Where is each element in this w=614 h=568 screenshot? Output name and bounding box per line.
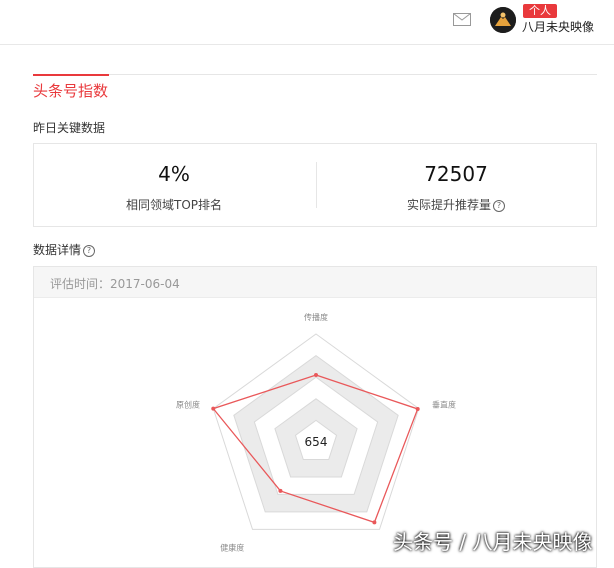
- radar-axis-label: 传播度: [304, 312, 328, 322]
- help-icon[interactable]: ?: [493, 200, 505, 212]
- help-icon[interactable]: ?: [83, 245, 96, 257]
- section-divider: [33, 74, 597, 75]
- kpi-rank-label: 相同领域TOP排名: [125, 198, 222, 212]
- page-title: 头条号指数: [33, 82, 109, 100]
- username[interactable]: 八月未央映像: [522, 18, 594, 35]
- kpi-recommend: 72507 实际提升推荐量?: [316, 144, 596, 226]
- radar-data-point: [415, 406, 420, 411]
- radar-data-point: [372, 520, 377, 525]
- radar-chart: 654 传播度垂直度健康度 原创度: [176, 312, 456, 553]
- account-type-badge: 个人: [523, 4, 557, 18]
- radar-axis-label: 健康度: [220, 543, 244, 553]
- radar-center-label: 654: [305, 435, 328, 449]
- kpi-rank: 4% 相同领域TOP排名: [34, 144, 314, 226]
- avatar[interactable]: [490, 7, 516, 33]
- top-bar: 个人 八月未央映像: [0, 0, 614, 45]
- details-heading: 数据详情?: [33, 241, 96, 258]
- details-panel: 评估时间：2017-06-04 654 传播度 垂直度 健康度 原创度: [33, 266, 597, 568]
- watermark: 头条号 / 八月未央映像: [393, 530, 593, 554]
- yesterday-heading: 昨日关键数据: [33, 121, 106, 135]
- kpi-recommend-label: 实际提升推荐量?: [316, 196, 596, 213]
- radar-data-point: [314, 373, 318, 378]
- kpi-rank-value: 4%: [158, 162, 190, 186]
- radar-axis-label: 原创度: [176, 399, 200, 409]
- radar-data-point: [211, 406, 216, 411]
- radar-axis-label: 垂直度: [432, 399, 456, 409]
- mail-icon[interactable]: [453, 13, 471, 26]
- kpi-panel: 4% 相同领域TOP排名 72507 实际提升推荐量?: [33, 143, 597, 227]
- kpi-recommend-value: 72507: [424, 162, 488, 186]
- kpi-recommend-label-text: 实际提升推荐量: [406, 198, 491, 212]
- details-heading-text: 数据详情: [33, 243, 82, 257]
- radar-data-point: [278, 488, 283, 493]
- section-accent: [33, 74, 109, 76]
